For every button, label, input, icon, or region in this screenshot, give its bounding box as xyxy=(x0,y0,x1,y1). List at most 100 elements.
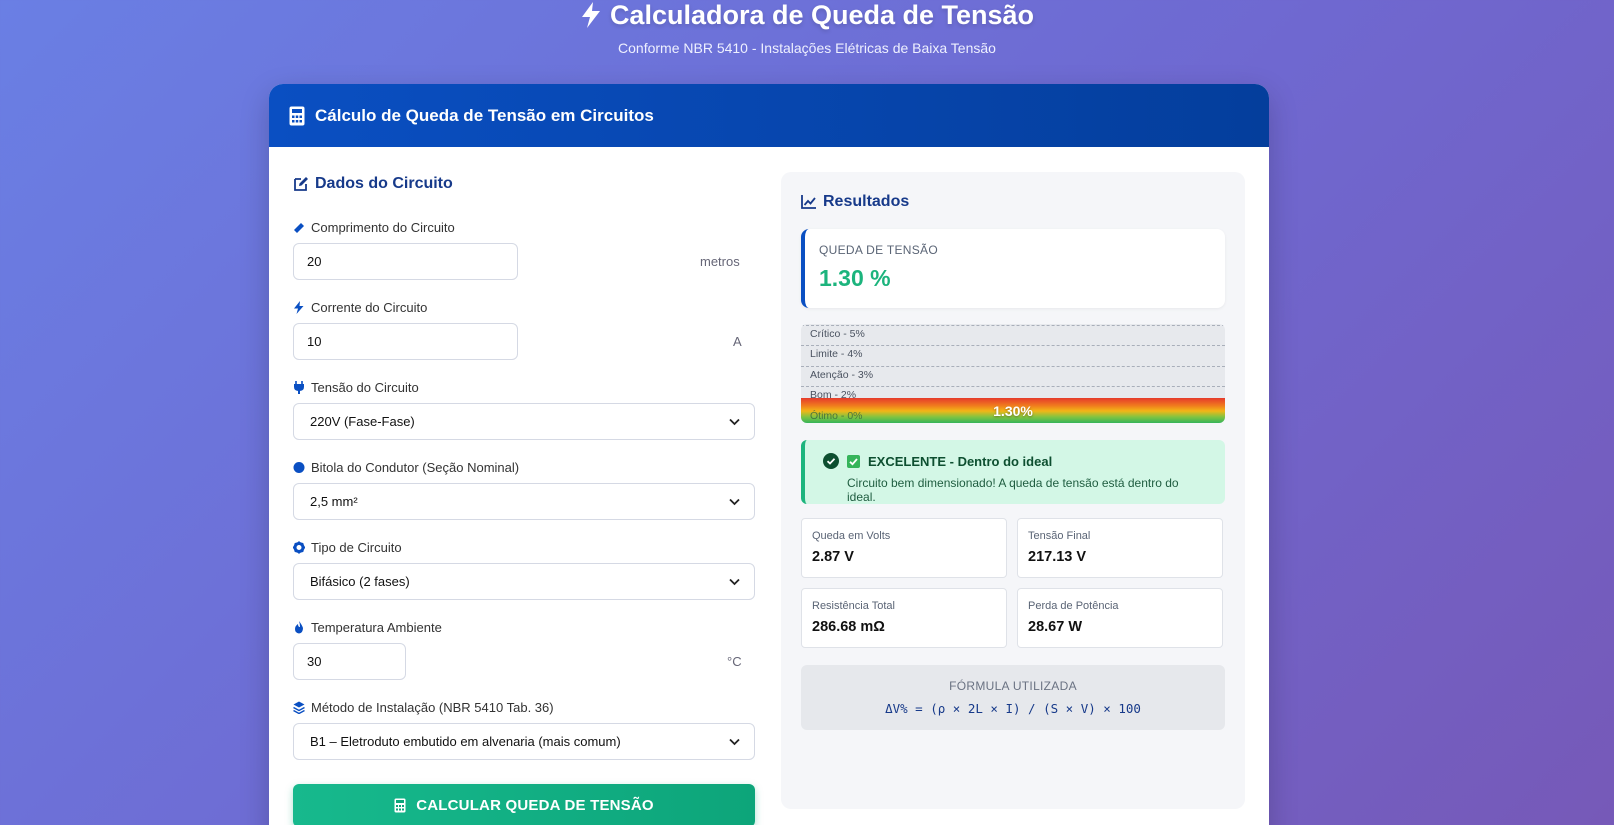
gauge-selected: 2,5 mm² xyxy=(310,494,358,509)
metric-value: 28.67 W xyxy=(1028,619,1082,635)
meter-line xyxy=(801,345,1225,346)
temperature-input[interactable]: 30 xyxy=(293,643,406,680)
chevron-down-icon xyxy=(729,498,740,505)
length-input[interactable]: 20 xyxy=(293,243,518,280)
meter-level-limit: Limite - 4% xyxy=(810,348,863,360)
temperature-label: Temperatura Ambiente xyxy=(293,619,755,635)
current-unit: A xyxy=(733,334,742,349)
bolt-small-icon xyxy=(294,300,304,314)
results-title: Resultados xyxy=(801,192,1225,212)
meter-line xyxy=(801,386,1225,387)
voltage-select[interactable]: 220V (Fase-Fase) xyxy=(293,403,755,440)
drop-meter: Crítico - 5% Limite - 4% Atenção - 3% Bo… xyxy=(801,324,1225,423)
metric-value: 286.68 mΩ xyxy=(812,619,885,635)
metric-drop-volts: Queda em Volts 2.87 V xyxy=(801,518,1007,578)
calculator-card: Cálculo de Queda de Tensão em Circuitos … xyxy=(269,84,1269,825)
metric-value: 2.87 V xyxy=(812,549,854,565)
status-title: EXCELENTE - Dentro do ideal xyxy=(823,453,1207,469)
gauge-select[interactable]: 2,5 mm² xyxy=(293,483,755,520)
install-method-label-text: Método de Instalação (NBR 5410 Tab. 36) xyxy=(311,699,554,715)
circuit-type-selected: Bifásico (2 fases) xyxy=(310,574,410,589)
metric-value: 217.13 V xyxy=(1028,549,1087,565)
calculator-icon xyxy=(289,106,305,125)
check-circle-icon xyxy=(823,453,839,469)
chevron-down-icon xyxy=(729,738,740,745)
install-method-field: Método de Instalação (NBR 5410 Tab. 36) … xyxy=(293,699,755,760)
page-title: Calculadora de Queda de Tensão xyxy=(0,0,1614,32)
install-method-selected: B1 – Eletroduto embutido em alvenaria (m… xyxy=(310,734,621,749)
chevron-down-icon xyxy=(729,578,740,585)
page-subtitle: Conforme NBR 5410 - Instalações Elétrica… xyxy=(618,40,996,56)
edit-icon xyxy=(294,177,308,191)
ruler-icon xyxy=(294,222,304,233)
meter-level-optimal: Ótimo - 0% xyxy=(810,410,863,422)
meter-level-attention: Atenção - 3% xyxy=(810,369,874,381)
meter-line xyxy=(801,366,1225,367)
layers-icon xyxy=(293,701,305,714)
temperature-field: Temperatura Ambiente 30 °C xyxy=(293,619,755,680)
gauge-field: Bitola do Condutor (Seção Nominal) 2,5 m… xyxy=(293,459,755,520)
length-field: Comprimento do Circuito 20 metros xyxy=(293,219,755,280)
meter-current-label: 1.30% xyxy=(993,402,1033,419)
metric-label: Perda de Potência xyxy=(1028,600,1119,612)
metric-final-voltage: Tensão Final 217.13 V xyxy=(1017,518,1223,578)
page-title-text: Calculadora de Queda de Tensão xyxy=(609,0,1035,30)
length-row: 20 metros xyxy=(293,243,755,280)
chevron-down-icon xyxy=(729,418,740,425)
voltage-label-text: Tensão do Circuito xyxy=(311,379,419,395)
page-header: Calculadora de Queda de Tensão Conforme … xyxy=(0,0,1614,56)
current-input[interactable]: 10 xyxy=(293,323,518,360)
temperature-label-text: Temperatura Ambiente xyxy=(311,619,442,635)
metric-total-resistance: Resistência Total 286.68 mΩ xyxy=(801,588,1007,648)
current-label-text: Corrente do Circuito xyxy=(311,299,428,315)
voltage-field: Tensão do Circuito 220V (Fase-Fase) xyxy=(293,379,755,440)
status-box: EXCELENTE - Dentro do ideal Circuito bem… xyxy=(801,440,1225,504)
temperature-unit: °C xyxy=(727,654,742,669)
gauge-label: Bitola do Condutor (Seção Nominal) xyxy=(293,459,755,475)
fire-icon xyxy=(295,620,303,633)
chart-line-icon xyxy=(801,195,816,209)
voltage-drop-box: QUEDA DE TENSÃO 1.30 % xyxy=(801,229,1225,308)
install-method-select[interactable]: B1 – Eletroduto embutido em alvenaria (m… xyxy=(293,723,755,760)
circuit-type-field: Tipo de Circuito Bifásico (2 fases) xyxy=(293,539,755,600)
temperature-row: 30 °C xyxy=(293,643,755,680)
voltage-drop-value: 1.30 % xyxy=(819,265,891,291)
plug-icon xyxy=(294,380,304,394)
circuit-type-select[interactable]: Bifásico (2 fases) xyxy=(293,563,755,600)
calculator-icon xyxy=(394,798,406,813)
gauge-label-text: Bitola do Condutor (Seção Nominal) xyxy=(311,459,520,475)
length-unit: metros xyxy=(700,254,740,269)
formula-label: FÓRMULA UTILIZADA xyxy=(949,679,1077,693)
form-section-title-text: Dados do Circuito xyxy=(315,175,453,192)
metric-label: Queda em Volts xyxy=(812,530,891,542)
calculate-button-label: CALCULAR QUEDA DE TENSÃO xyxy=(416,797,654,814)
circuit-type-label-text: Tipo de Circuito xyxy=(311,539,402,555)
results-panel: Resultados QUEDA DE TENSÃO 1.30 % Crític… xyxy=(781,172,1245,809)
current-row: 10 A xyxy=(293,323,755,360)
status-title-text: EXCELENTE - Dentro do ideal xyxy=(868,453,1053,469)
circuit-type-label: Tipo de Circuito xyxy=(293,539,755,555)
status-message: Circuito bem dimensionado! A queda de te… xyxy=(847,476,1179,504)
metric-power-loss: Perda de Potência 28.67 W xyxy=(1017,588,1223,648)
meter-line xyxy=(801,325,1225,326)
formula-expression: ΔV% = (ρ × 2L × I) / (S × V) × 100 xyxy=(885,701,1141,716)
check-mark-icon xyxy=(847,454,860,468)
formula-box: FÓRMULA UTILIZADA ΔV% = (ρ × 2L × I) / (… xyxy=(801,665,1225,730)
current-field: Corrente do Circuito 10 A xyxy=(293,299,755,360)
current-label: Corrente do Circuito xyxy=(293,299,755,315)
voltage-label: Tensão do Circuito xyxy=(293,379,755,395)
meter-bar: 1.30% xyxy=(801,398,1225,423)
install-method-label: Método de Instalação (NBR 5410 Tab. 36) xyxy=(293,699,755,715)
results-title-text: Resultados xyxy=(823,193,910,210)
metric-label: Tensão Final xyxy=(1028,530,1091,542)
meter-level-critical: Crítico - 5% xyxy=(810,328,865,340)
voltage-selected: 220V (Fase-Fase) xyxy=(310,414,415,429)
metric-label: Resistência Total xyxy=(812,600,895,612)
calculate-button[interactable]: CALCULAR QUEDA DE TENSÃO xyxy=(293,784,755,825)
circuit-form: Dados do Circuito Comprimento do Circuit… xyxy=(293,147,755,825)
length-label: Comprimento do Circuito xyxy=(293,219,755,235)
voltage-drop-label: QUEDA DE TENSÃO xyxy=(819,243,938,257)
bolt-icon xyxy=(581,2,600,28)
card-header: Cálculo de Queda de Tensão em Circuitos xyxy=(269,84,1269,147)
length-label-text: Comprimento do Circuito xyxy=(311,219,455,235)
